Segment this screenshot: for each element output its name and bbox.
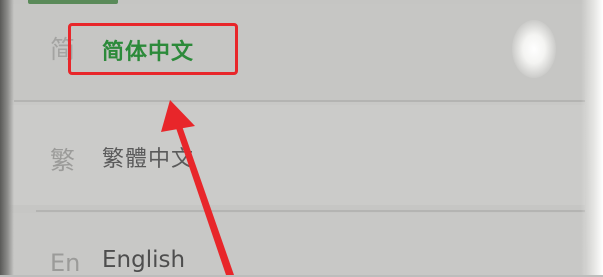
arrow-shaft xyxy=(176,126,234,275)
arrow-head xyxy=(161,100,195,132)
red-arrow-icon xyxy=(161,100,234,275)
language-screen: 简 简体中文 繁 繁體中文 En English xyxy=(0,0,603,277)
